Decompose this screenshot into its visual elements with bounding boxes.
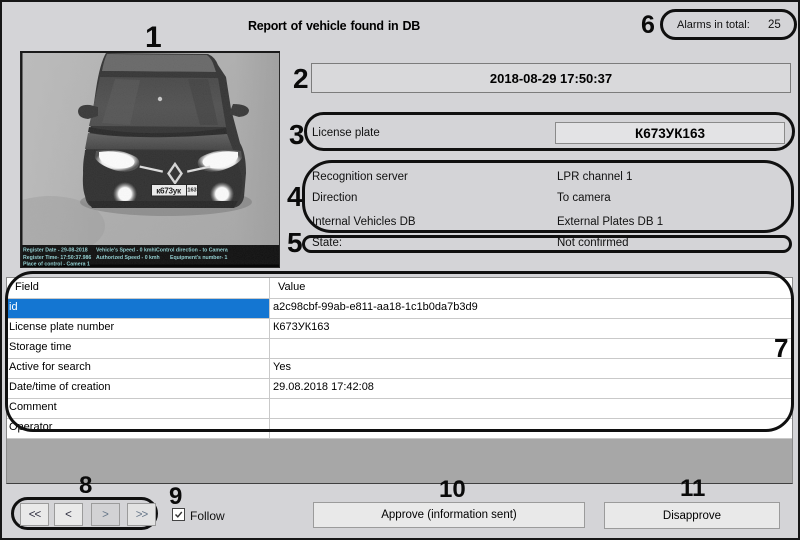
svg-text:Place of control - Camera 1: Place of control - Camera 1 [23, 262, 90, 268]
svg-text:Equipment's number- 1: Equipment's number- 1 [170, 255, 228, 261]
svg-text:Authorized Speed - 0 kmh: Authorized Speed - 0 kmh [96, 255, 160, 261]
svg-text:Register Time- 17:50:37.986: Register Time- 17:50:37.986 [23, 255, 91, 261]
svg-text:Register Date - 29-08-2018: Register Date - 29-08-2018 [23, 248, 88, 254]
svg-text:Vehicle's Speed - 0 kmh\Contro: Vehicle's Speed - 0 kmh\Control directio… [96, 248, 228, 254]
